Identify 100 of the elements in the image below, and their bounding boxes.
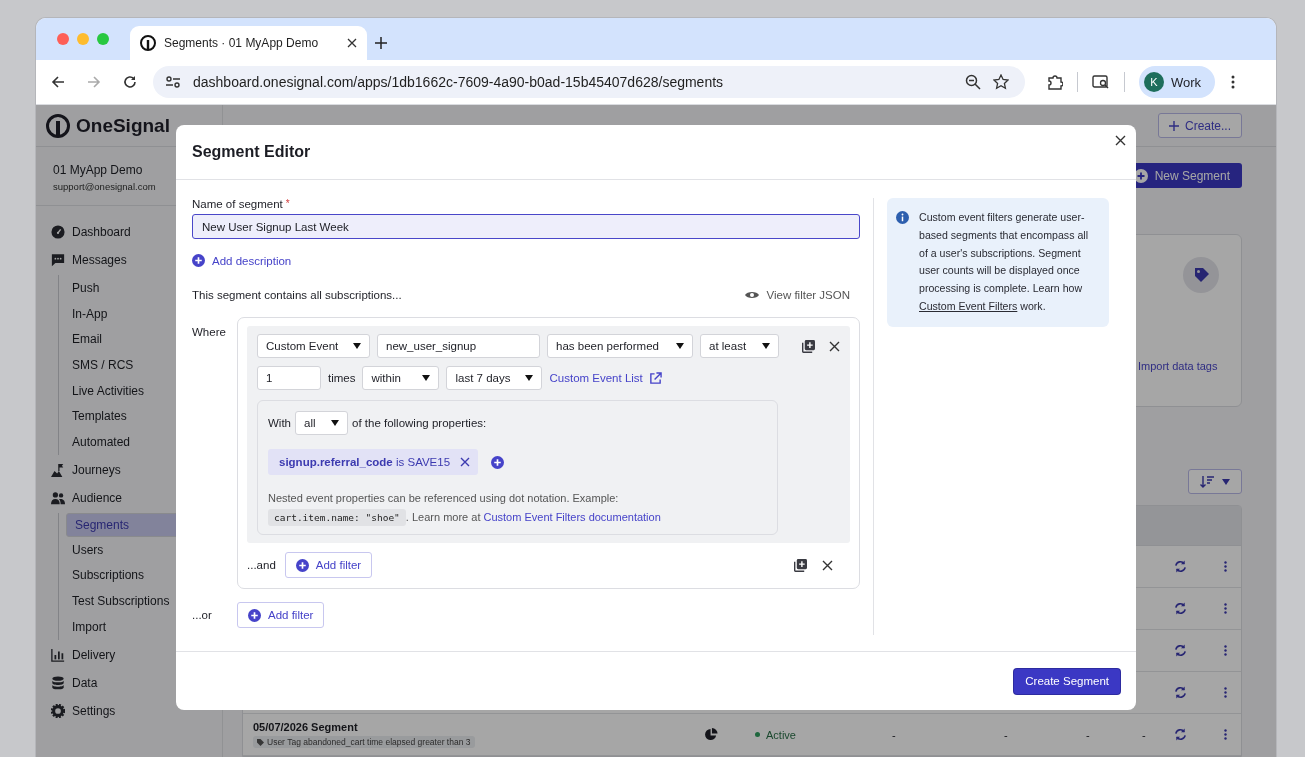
tag-icon	[257, 738, 264, 746]
eye-icon	[745, 290, 760, 300]
address-bar[interactable]: dashboard.onesignal.com/apps/1db1662c-7609-4a90-b0ad-15b45407d628/segments	[153, 66, 1025, 98]
kebab-menu-icon[interactable]	[1224, 561, 1227, 572]
segment-name[interactable]: 05/07/2026 Segment	[253, 721, 358, 733]
field-label: Name of segment	[192, 198, 283, 210]
site-settings-icon[interactable]	[165, 75, 181, 89]
kebab-menu-icon[interactable]	[1224, 729, 1227, 740]
kebab-menu-icon[interactable]	[1224, 603, 1227, 614]
caret-icon	[422, 375, 431, 381]
kebab-menu-icon[interactable]	[1224, 687, 1227, 698]
account-email: support@onesignal.com	[53, 181, 157, 192]
sidebar-item[interactable]: Data	[36, 668, 222, 697]
bar-chart-icon	[51, 647, 65, 662]
view-json-link[interactable]: View filter JSON	[745, 289, 850, 301]
more-icon[interactable]	[1231, 75, 1236, 89]
refresh-icon[interactable]	[1174, 644, 1187, 657]
caret-icon	[353, 343, 361, 349]
create-segment-button[interactable]: Create Segment	[1014, 668, 1120, 694]
filter-tag: User Tag abandoned_cart time elapsed greater than 3	[253, 736, 475, 748]
app-name: 01 MyApp Demo	[53, 163, 144, 177]
caret-icon	[1222, 478, 1230, 485]
puzzle-icon[interactable]	[1047, 74, 1063, 90]
caret-icon	[762, 343, 770, 349]
caret-icon	[331, 420, 339, 426]
add-property-icon[interactable]	[491, 455, 505, 469]
gauge-icon	[51, 225, 65, 239]
flag-icon	[51, 462, 65, 477]
dialog-title: Segment Editor	[192, 142, 311, 161]
custom-event-filters-link[interactable]: Custom Event Filters	[919, 300, 1018, 312]
import-link[interactable]: Import data tags	[1138, 360, 1241, 372]
code-sample: cart.item.name: "shoe"	[268, 509, 406, 526]
new-tab-icon[interactable]	[375, 37, 387, 49]
event-type-select[interactable]: Custom Event	[257, 334, 370, 358]
duplicate-icon[interactable]	[802, 339, 815, 353]
people-icon	[51, 490, 65, 505]
info-icon	[896, 211, 909, 224]
table-cell: -	[1004, 728, 1008, 741]
create-button[interactable]: Create...	[1157, 113, 1242, 138]
property-chip[interactable]: signup.referral_code is SAVE15	[268, 449, 479, 475]
close-icon[interactable]	[1115, 135, 1126, 146]
tag-icon	[1183, 257, 1219, 293]
custom-event-list-link[interactable]: Custom Event List	[549, 371, 662, 385]
chat-bubble-icon	[51, 253, 65, 267]
status-dot	[755, 732, 760, 737]
period-select[interactable]: last 7 days	[446, 366, 543, 390]
remove-icon[interactable]	[460, 457, 471, 467]
remove-icon[interactable]	[822, 559, 833, 571]
remove-icon[interactable]	[829, 340, 840, 352]
where-label: Where	[192, 325, 227, 340]
reload-icon[interactable]	[123, 75, 137, 89]
and-label: ...and	[247, 559, 276, 571]
caret-icon	[525, 375, 534, 381]
refresh-icon[interactable]	[1174, 728, 1187, 741]
browser-tab[interactable]: Segments · 01 MyApp Demo	[130, 26, 367, 60]
add-filter-button[interactable]: Add filter	[237, 602, 325, 628]
zoom-icon[interactable]	[965, 74, 981, 90]
sidebar-item[interactable]: Audience	[36, 483, 222, 512]
segment-name-field[interactable]: New User Signup Last Week	[192, 214, 860, 239]
properties-label: of the following properties:	[352, 417, 487, 429]
caret-icon	[676, 343, 684, 349]
or-label: ...or	[192, 609, 213, 621]
plus-circle-icon	[192, 254, 205, 267]
settings-icon	[51, 703, 65, 718]
documentation-link[interactable]: Custom Event Filters documentation	[483, 508, 661, 527]
back-icon[interactable]	[51, 75, 65, 89]
segment-description: This segment contains all subscriptions...	[192, 289, 402, 301]
count-field[interactable]: 1	[257, 366, 321, 390]
table-cell: -	[892, 728, 896, 741]
close-icon[interactable]	[347, 38, 357, 48]
status-text: Active	[766, 728, 796, 741]
event-name-field[interactable]: new_user_signup	[377, 334, 540, 358]
table-cell: -	[1086, 728, 1090, 741]
refresh-icon[interactable]	[1174, 686, 1187, 699]
sidebar-item[interactable]: Delivery	[36, 640, 222, 669]
profile-button[interactable]: K Work	[1139, 66, 1216, 98]
refresh-icon[interactable]	[1174, 602, 1187, 615]
plus-icon	[1168, 120, 1179, 131]
add-description-link[interactable]: Add description	[192, 254, 292, 267]
tab-search-icon[interactable]	[1092, 74, 1110, 90]
star-icon[interactable]	[993, 74, 1009, 90]
sidebar-item[interactable]: Settings	[36, 696, 222, 725]
help-text: Nested event properties can be referenced using dot notation. Example: cart.item.name: "shoe" . Learn more at Custom Event Filters documentation	[268, 489, 767, 527]
sort-icon	[1200, 474, 1214, 489]
quantifier-select[interactable]: all	[295, 411, 348, 435]
brand-name: OneSignal	[76, 114, 170, 137]
kebab-menu-icon[interactable]	[1224, 645, 1227, 656]
signal-logo-icon	[46, 113, 70, 138]
sidebar-item[interactable]: Journeys	[36, 455, 222, 484]
plus-circle-icon	[248, 608, 261, 622]
sort-button[interactable]	[1188, 469, 1242, 494]
duplicate-icon[interactable]	[794, 558, 807, 572]
time-window-select[interactable]: within	[362, 366, 440, 390]
times-label: times	[328, 372, 356, 384]
add-filter-button[interactable]: Add filter	[284, 552, 373, 578]
database-icon	[51, 675, 65, 690]
plus-circle-icon	[295, 558, 309, 572]
operator-select[interactable]: has been performed	[547, 334, 693, 358]
refresh-icon[interactable]	[1174, 560, 1187, 573]
comparator-select[interactable]: at least	[700, 334, 779, 358]
